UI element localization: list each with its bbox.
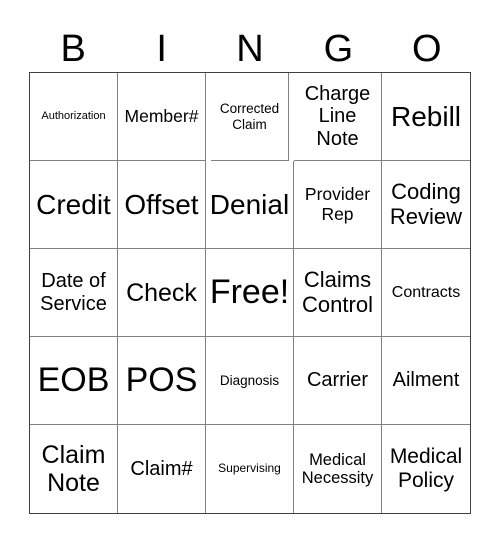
bingo-cell[interactable]: Authorization bbox=[30, 73, 118, 161]
bingo-cell[interactable]: Ailment bbox=[382, 337, 470, 425]
bingo-cell[interactable]: Offset bbox=[118, 161, 206, 249]
bingo-header: B I N G O bbox=[29, 26, 471, 72]
free-space[interactable]: Free! bbox=[206, 249, 294, 337]
bingo-cell[interactable]: Medical Policy bbox=[382, 425, 470, 513]
bingo-cell[interactable]: Claim Note bbox=[30, 425, 118, 513]
bingo-cell[interactable]: Corrected Claim bbox=[211, 73, 289, 161]
bingo-cell[interactable]: Medical Necessity bbox=[294, 425, 382, 513]
header-letter-n: N bbox=[236, 28, 264, 70]
bingo-cell[interactable]: Rebill bbox=[382, 73, 470, 161]
bingo-cell[interactable]: Credit bbox=[30, 161, 118, 249]
bingo-cell[interactable]: Date of Service bbox=[30, 249, 118, 337]
bingo-cell[interactable]: Claims Control bbox=[294, 249, 382, 337]
bingo-cell[interactable]: Provider Rep bbox=[294, 161, 382, 249]
bingo-cell[interactable]: Coding Review bbox=[382, 161, 470, 249]
bingo-cell[interactable]: Supervising bbox=[206, 425, 294, 513]
bingo-cell[interactable]: Check bbox=[118, 249, 206, 337]
bingo-cell[interactable]: Claim# bbox=[118, 425, 206, 513]
bingo-cell[interactable]: EOB bbox=[30, 337, 118, 425]
header-letter-o: O bbox=[412, 28, 442, 70]
bingo-cell[interactable]: Denial bbox=[206, 161, 294, 249]
header-letter-b: B bbox=[60, 28, 86, 70]
header-letter-g: G bbox=[323, 28, 354, 70]
bingo-cell[interactable]: Contracts bbox=[382, 249, 470, 337]
bingo-cell[interactable]: Charge Line Note bbox=[294, 73, 382, 161]
header-letter-i: I bbox=[156, 28, 167, 70]
bingo-cell[interactable]: Carrier bbox=[294, 337, 382, 425]
bingo-cell[interactable]: POS bbox=[118, 337, 206, 425]
bingo-grid: Authorization Member# Corrected Claim Ch… bbox=[29, 72, 471, 514]
bingo-cell[interactable]: Member# bbox=[118, 73, 206, 161]
bingo-cell[interactable]: Diagnosis bbox=[206, 337, 294, 425]
